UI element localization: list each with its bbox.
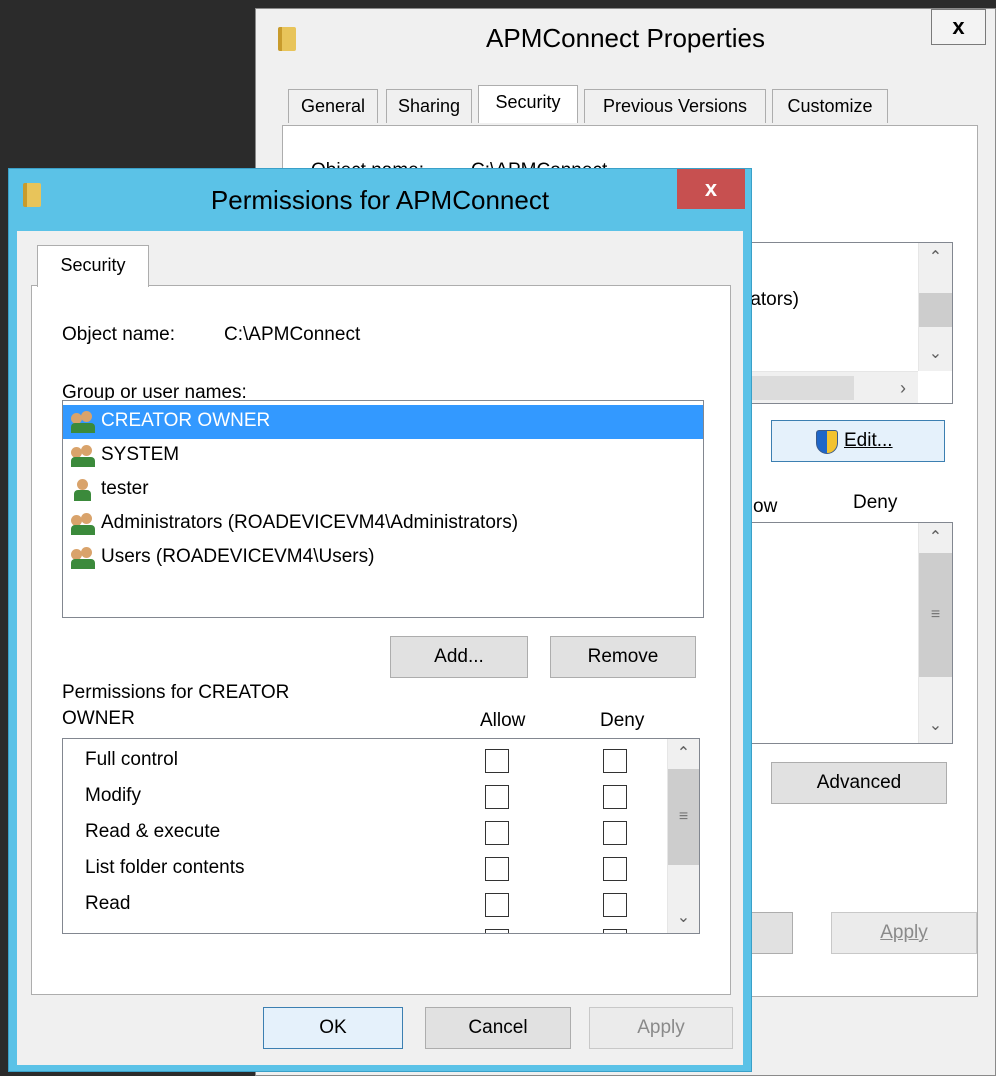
object-name-value: C:\APMConnect — [224, 324, 361, 345]
deny-checkbox[interactable] — [603, 929, 627, 933]
scroll-thumb[interactable]: ≡ — [919, 553, 952, 677]
perm-name: Modify — [85, 785, 141, 806]
allow-column-partial: ow — [753, 496, 778, 517]
perm-name: Full control — [85, 749, 178, 770]
remove-button[interactable]: Remove — [550, 636, 696, 678]
user-list-item[interactable]: SYSTEM — [63, 439, 703, 473]
perm-name: Read & execute — [85, 821, 221, 842]
users-group-icon — [71, 547, 97, 569]
deny-checkbox[interactable] — [603, 749, 627, 773]
scroll-down-arrow-icon[interactable]: ⌄ — [919, 711, 952, 741]
users-group-icon — [71, 445, 97, 467]
user-name: tester — [101, 478, 149, 499]
deny-checkbox[interactable] — [603, 857, 627, 881]
tab-general[interactable]: General — [288, 89, 378, 123]
user-name: SYSTEM — [101, 444, 180, 465]
user-list-item[interactable]: Administrators (ROADEVICEVM4\Administrat… — [63, 507, 703, 541]
user-list-item[interactable]: Users (ROADEVICEVM4\Users) — [63, 541, 703, 575]
tab-previous-versions[interactable]: Previous Versions — [584, 89, 766, 123]
security-panel: Object name: C:\APMConnect Group or user… — [31, 285, 731, 995]
scroll-up-arrow-icon[interactable]: ⌃ — [919, 243, 952, 273]
scroll-up-arrow-icon[interactable]: ⌃ — [668, 739, 699, 769]
user-name: CREATOR OWNER — [101, 410, 271, 431]
group-list-partial-text: rators) — [744, 289, 799, 310]
dialog-close-button[interactable]: x — [677, 169, 745, 209]
deny-checkbox[interactable] — [603, 785, 627, 809]
edit-button[interactable]: Edit... — [771, 420, 945, 462]
user-icon — [71, 479, 97, 501]
edit-button-label: Edit... — [844, 430, 893, 451]
apply-button[interactable]: Apply — [589, 1007, 733, 1049]
permissions-header-line1: Permissions for CREATOR — [62, 682, 290, 703]
users-group-icon — [71, 513, 97, 535]
advanced-button[interactable]: Advanced — [771, 762, 947, 804]
dialog-client-area: Security Object name: C:\APMConnect Grou… — [17, 231, 743, 1065]
allow-checkbox[interactable] — [485, 857, 509, 881]
deny-checkbox[interactable] — [603, 893, 627, 917]
permissions-header-line2: OWNER — [62, 708, 135, 729]
user-name: Administrators (ROADEVICEVM4\Administrat… — [101, 512, 519, 533]
uac-shield-icon — [816, 430, 838, 454]
user-name: Users (ROADEVICEVM4\Users) — [101, 546, 375, 567]
allow-checkbox[interactable] — [485, 929, 509, 933]
user-list-item[interactable]: tester — [63, 473, 703, 507]
tab-security[interactable]: Security — [37, 245, 149, 287]
deny-checkbox[interactable] — [603, 821, 627, 845]
allow-checkbox[interactable] — [485, 893, 509, 917]
cancel-button[interactable]: Cancel — [425, 1007, 571, 1049]
ok-button[interactable]: OK — [263, 1007, 403, 1049]
tab-security[interactable]: Security — [478, 85, 578, 123]
permissions-vscrollbar[interactable]: ⌃ ≡ ⌄ — [667, 739, 699, 933]
permissions-vscrollbar[interactable]: ⌃ ≡ ⌄ — [918, 523, 952, 743]
add-button[interactable]: Add... — [390, 636, 528, 678]
allow-column-header: Allow — [480, 710, 526, 731]
scroll-thumb[interactable] — [919, 293, 952, 327]
user-list[interactable]: CREATOR OWNER SYSTEM tester Administrato… — [62, 400, 704, 618]
scroll-right-arrow-icon[interactable]: › — [890, 374, 916, 402]
properties-titlebar: APMConnect Properties x — [256, 9, 995, 79]
scroll-thumb[interactable]: ≡ — [668, 769, 699, 865]
group-list-vscrollbar[interactable]: ⌃ ⌄ — [918, 243, 952, 371]
properties-title: APMConnect Properties — [486, 23, 765, 53]
allow-checkbox[interactable] — [485, 821, 509, 845]
tab-sharing[interactable]: Sharing — [386, 89, 472, 123]
scroll-down-arrow-icon[interactable]: ⌄ — [668, 903, 699, 933]
dialog-title: Permissions for APMConnect — [210, 185, 550, 215]
allow-checkbox[interactable] — [485, 749, 509, 773]
permissions-dialog: Permissions for APMConnect x Security Ob… — [8, 168, 752, 1072]
perm-name: Read — [85, 893, 131, 914]
perm-name: List folder contents — [85, 857, 245, 878]
apply-button[interactable]: Apply — [831, 912, 977, 954]
scroll-down-arrow-icon[interactable]: ⌄ — [919, 339, 952, 369]
allow-checkbox[interactable] — [485, 785, 509, 809]
deny-column-header: Deny — [600, 710, 645, 731]
scroll-up-arrow-icon[interactable]: ⌃ — [919, 523, 952, 553]
permissions-list[interactable]: Full control Modify Read & execute List … — [62, 738, 700, 934]
user-list-item[interactable]: CREATOR OWNER — [63, 405, 703, 439]
tab-customize[interactable]: Customize — [772, 89, 888, 123]
properties-close-button[interactable]: x — [931, 9, 986, 45]
object-name-label: Object name: — [62, 324, 175, 345]
deny-column-header: Deny — [853, 492, 898, 513]
users-group-icon — [71, 411, 97, 433]
